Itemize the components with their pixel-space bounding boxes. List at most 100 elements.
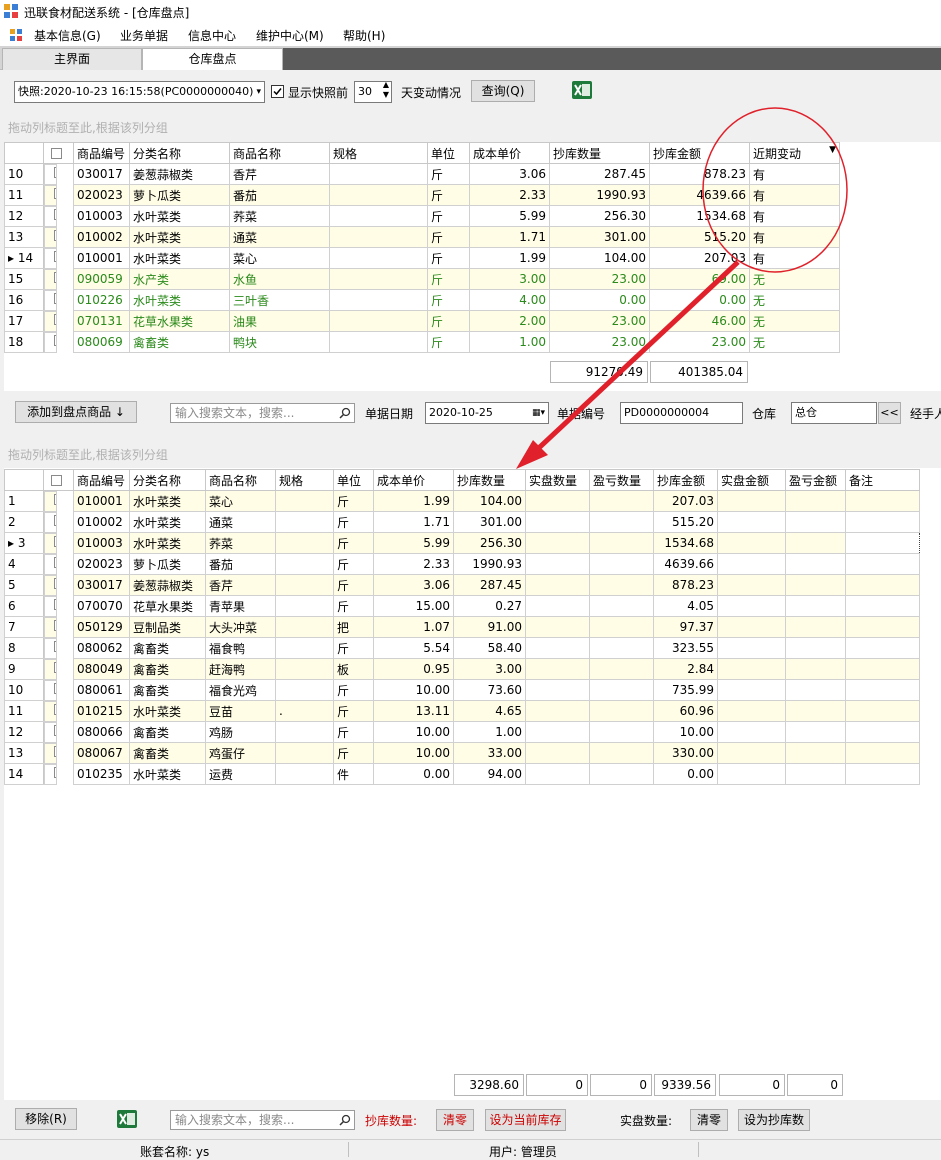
cell-real-amount[interactable]: [717, 637, 786, 659]
cell-spec[interactable]: .: [275, 700, 334, 722]
cell-category[interactable]: 水叶菜类: [129, 511, 206, 533]
cell-spec[interactable]: [275, 721, 334, 743]
checkbox-icon[interactable]: [54, 598, 56, 610]
cell-name[interactable]: 大头冲菜: [205, 616, 276, 638]
checkbox-icon[interactable]: [54, 535, 56, 547]
checkbox-icon[interactable]: [54, 766, 56, 778]
cell-book-qty[interactable]: 104.00: [453, 490, 526, 512]
cell-book-qty[interactable]: 1.00: [453, 721, 526, 743]
cell-price[interactable]: 1.07: [373, 616, 454, 638]
cell-diff-qty[interactable]: [589, 532, 654, 554]
checkbox-icon[interactable]: [54, 208, 56, 220]
cell-diff-amount[interactable]: [785, 679, 846, 701]
menu-business-docs[interactable]: 业务单据: [120, 27, 168, 44]
top-col-unit[interactable]: 单位: [427, 142, 470, 164]
cell-book-qty[interactable]: 256.30: [453, 532, 526, 554]
cell-book-qty[interactable]: 23.00: [549, 268, 650, 290]
cell-code[interactable]: 090059: [73, 268, 130, 290]
cell-book-amount[interactable]: 69.00: [649, 268, 750, 290]
cell-book-amount[interactable]: 46.00: [649, 310, 750, 332]
bottom-col-spec[interactable]: 规格: [275, 469, 334, 491]
cell-spec[interactable]: [275, 490, 334, 512]
cell-book-amount[interactable]: 60.96: [653, 700, 718, 722]
cell-price[interactable]: 0.95: [373, 658, 454, 680]
checkbox-icon[interactable]: [54, 514, 56, 526]
top-grid-row[interactable]: ▸ 14 010001 水叶菜类 菜心 斤 1.99 104.00 207.03 有: [4, 247, 840, 269]
top-grid-row[interactable]: 13 010002 水叶菜类 通菜 斤 1.71 301.00 515.20 有: [4, 226, 840, 248]
cell-book-qty[interactable]: 104.00: [549, 247, 650, 269]
menu-basic-info[interactable]: 基本信息(G): [34, 27, 101, 44]
cell-code[interactable]: 080049: [73, 658, 130, 680]
cell-price[interactable]: 2.00: [469, 310, 550, 332]
cell-unit[interactable]: 斤: [333, 511, 374, 533]
cell-price[interactable]: 1.99: [373, 490, 454, 512]
cell-unit[interactable]: 斤: [333, 574, 374, 596]
cell-recent-change[interactable]: 有: [749, 163, 840, 185]
cell-name[interactable]: 福食光鸡: [205, 679, 276, 701]
remove-button[interactable]: 移除(R): [15, 1108, 77, 1130]
cell-book-qty[interactable]: 287.45: [453, 574, 526, 596]
cell-book-qty[interactable]: 301.00: [549, 226, 650, 248]
cell-spec[interactable]: [329, 310, 428, 332]
cell-spec[interactable]: [329, 226, 428, 248]
cell-category[interactable]: 水叶菜类: [129, 700, 206, 722]
row-checkbox[interactable]: [44, 331, 57, 353]
cell-diff-qty[interactable]: [589, 616, 654, 638]
cell-real-qty[interactable]: [525, 700, 590, 722]
row-number[interactable]: 2: [4, 511, 44, 533]
cell-real-amount[interactable]: [717, 595, 786, 617]
cell-unit[interactable]: 斤: [427, 163, 470, 185]
row-number[interactable]: 17: [4, 310, 44, 332]
cell-book-amount[interactable]: 0.00: [649, 289, 750, 311]
cell-diff-amount[interactable]: [785, 658, 846, 680]
cell-book-amount[interactable]: 330.00: [653, 742, 718, 764]
cell-diff-amount[interactable]: [785, 763, 846, 785]
cell-price[interactable]: 5.99: [373, 532, 454, 554]
cell-category[interactable]: 萝卜瓜类: [129, 184, 230, 206]
cell-diff-qty[interactable]: [589, 700, 654, 722]
cell-price[interactable]: 2.33: [373, 553, 454, 575]
app-menu-icon[interactable]: [10, 29, 22, 41]
cell-spec[interactable]: [275, 616, 334, 638]
cell-category[interactable]: 禽畜类: [129, 658, 206, 680]
cell-diff-qty[interactable]: [589, 574, 654, 596]
cell-book-amount[interactable]: 0.00: [653, 763, 718, 785]
checkbox-icon[interactable]: [54, 167, 56, 178]
cell-recent-change[interactable]: 无: [749, 268, 840, 290]
cell-name[interactable]: 番茄: [229, 184, 330, 206]
checkbox-icon[interactable]: [54, 494, 56, 505]
cell-book-amount[interactable]: 4639.66: [653, 553, 718, 575]
cell-name[interactable]: 赶海鸭: [205, 658, 276, 680]
cell-category[interactable]: 水叶菜类: [129, 205, 230, 227]
cell-name[interactable]: 荞菜: [205, 532, 276, 554]
cell-remark[interactable]: [845, 595, 920, 617]
cell-unit[interactable]: 斤: [427, 268, 470, 290]
cell-recent-change[interactable]: 有: [749, 184, 840, 206]
row-number[interactable]: 4: [4, 553, 44, 575]
cell-code[interactable]: 010215: [73, 700, 130, 722]
cell-book-amount[interactable]: 323.55: [653, 637, 718, 659]
cell-real-amount[interactable]: [717, 700, 786, 722]
cell-code[interactable]: 070131: [73, 310, 130, 332]
row-checkbox[interactable]: [44, 164, 57, 185]
row-number[interactable]: 13: [4, 226, 44, 248]
cell-price[interactable]: 10.00: [373, 721, 454, 743]
cell-price[interactable]: 0.00: [373, 763, 454, 785]
bottom-grid-row[interactable]: 12 080066 禽畜类 鸡肠斤 10.00 1.00 10.00: [4, 721, 920, 743]
row-checkbox[interactable]: [44, 679, 57, 701]
checkbox-icon[interactable]: [54, 577, 56, 589]
bottom-col-real-qty[interactable]: 实盘数量: [525, 469, 590, 491]
cell-remark[interactable]: [845, 532, 920, 554]
cell-book-qty[interactable]: 73.60: [453, 679, 526, 701]
cell-remark[interactable]: [845, 679, 920, 701]
cell-category[interactable]: 禽畜类: [129, 721, 206, 743]
row-checkbox[interactable]: [44, 226, 57, 248]
bottom-col-book-amount[interactable]: 抄库金额: [653, 469, 718, 491]
cell-name[interactable]: 水鱼: [229, 268, 330, 290]
checkbox-icon[interactable]: [51, 148, 62, 159]
bottom-grid-row[interactable]: 4 020023 萝卜瓜类 番茄 斤 2.33 1990.93 4639.66: [4, 553, 920, 575]
cell-spec[interactable]: [275, 763, 334, 785]
cell-real-qty[interactable]: [525, 763, 590, 785]
menu-help[interactable]: 帮助(H): [343, 27, 385, 44]
cell-unit[interactable]: 斤: [333, 490, 374, 512]
